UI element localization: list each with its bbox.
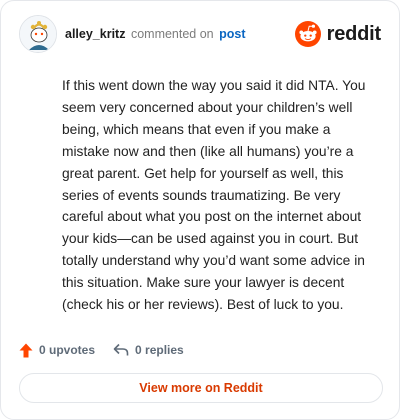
reply-arrow-icon [113,343,129,356]
view-more-button[interactable]: View more on Reddit [19,373,383,403]
comment-embed-card: alley_kritz commented on post reddit If … [0,0,400,420]
avatar-snoo-icon [20,16,56,52]
comment-verb: commented on [130,27,214,41]
post-link[interactable]: post [219,27,245,41]
comment-meta: alley_kritz commented on post [65,27,246,41]
reply-count: 0 replies [135,343,184,357]
reddit-wordmark: reddit [326,22,382,45]
username[interactable]: alley_kritz [65,27,125,41]
comment-body: If this went down the way you said it di… [62,78,366,313]
comment-actions: 0 upvotes 0 replies [19,339,202,361]
upvote-button[interactable]: 0 upvotes [19,343,95,358]
replies-button[interactable]: 0 replies [113,343,184,357]
upvote-count: 0 upvotes [39,343,96,357]
reddit-brand[interactable]: reddit [294,20,382,48]
reddit-logo-icon [294,21,321,47]
avatar[interactable] [19,15,57,53]
upvote-arrow-icon [19,343,33,357]
comment-header: alley_kritz commented on post reddit [17,15,383,55]
